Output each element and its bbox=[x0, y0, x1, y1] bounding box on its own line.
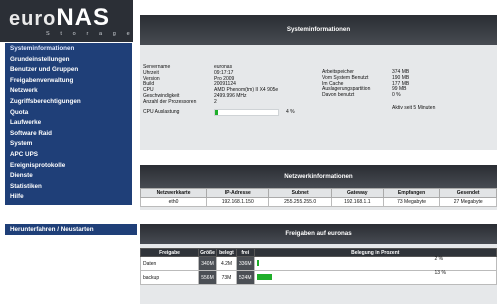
system-left-values: euronas 09:17:17 Pro 2009 20091124 AMD P… bbox=[214, 64, 278, 106]
col-frei: frei bbox=[236, 248, 255, 257]
sidebar-item-statistiken[interactable]: Statistiken bbox=[5, 182, 132, 193]
share-usage-bar bbox=[256, 274, 377, 280]
cell-subnet: 255.255.255.0 bbox=[268, 197, 332, 207]
col-ip-adresse: IP-Adresse bbox=[206, 188, 270, 198]
sidebar-item-system[interactable]: System bbox=[5, 139, 132, 150]
cell-gateway: 192.168.1.1 bbox=[330, 197, 384, 207]
share-usage-cell: 13 % bbox=[253, 270, 497, 285]
share-size: 340M bbox=[198, 256, 217, 271]
cpu-usage-fill bbox=[215, 110, 218, 115]
share-usage-fill bbox=[256, 260, 259, 266]
shares-panel: Freigaben auf euronas Freigabe Größe bel… bbox=[140, 224, 497, 304]
network-table: Netzwerkkarte IP-Adresse Subnet Gateway … bbox=[139, 188, 497, 207]
sidebar-item-grundeinstellungen[interactable]: Grundeinstellungen bbox=[5, 55, 132, 66]
cell-interface: eth0 bbox=[139, 197, 208, 207]
col-freigabe: Freigabe bbox=[140, 248, 199, 257]
sidebar: euroNAS S t o r a g e Systeminformatione… bbox=[0, 0, 137, 304]
sidebar-item-dienste[interactable]: Dienste bbox=[5, 171, 132, 182]
table-row: eth0 192.168.1.150 255.255.255.0 192.168… bbox=[139, 197, 497, 207]
sidebar-item-ereignisprotokolle[interactable]: Ereignisprotokolle bbox=[5, 161, 132, 172]
table-row[interactable]: backup 556M 73M 524M 13 % bbox=[140, 270, 497, 285]
share-used: 4.2M bbox=[216, 256, 237, 271]
sidebar-item-systeminformationen[interactable]: Systeminformationen bbox=[5, 44, 132, 55]
cell-ip: 192.168.1.150 bbox=[206, 197, 270, 207]
system-info-panel: Systeminformationen Servername Uhrzeit V… bbox=[140, 15, 497, 150]
shares-table: Freigabe Größe belegt frei Belegung in P… bbox=[140, 248, 497, 285]
label-prozessoren: Anzahl der Prozessoren bbox=[143, 98, 197, 105]
brand-accent-text: NAS bbox=[56, 4, 111, 31]
col-belegt: belegt bbox=[216, 248, 237, 257]
sidebar-item-quota[interactable]: Quota bbox=[5, 108, 132, 119]
main-navigation: Systeminformationen Grundeinstellungen B… bbox=[5, 43, 132, 205]
col-gateway: Gateway bbox=[330, 188, 384, 198]
share-name[interactable]: backup bbox=[140, 270, 199, 285]
share-usage-cell: 2 % bbox=[253, 256, 497, 271]
system-right-values: 374 MB 190 MB 177 MB 99 MB 0 % bbox=[392, 69, 409, 99]
uptime-text: Aktiv seit 5 Minuten bbox=[392, 105, 436, 111]
value-davon-benutzt: 0 % bbox=[392, 92, 401, 99]
brand-main-text: euro bbox=[9, 8, 57, 30]
euronas-logo[interactable]: euroNAS S t o r a g e bbox=[0, 0, 133, 42]
share-name[interactable]: Daten bbox=[140, 256, 199, 271]
col-groesse: Größe bbox=[198, 248, 217, 257]
sidebar-item-software-raid[interactable]: Software Raid bbox=[5, 129, 132, 140]
col-gesendet: Gesendet bbox=[439, 188, 497, 198]
shares-table-header: Freigabe Größe belegt frei Belegung in P… bbox=[140, 248, 497, 257]
shares-title: Freigaben auf euronas bbox=[140, 224, 497, 244]
brand-wordmark: euroNAS bbox=[9, 4, 110, 32]
col-belegung-prozent: Belegung in Prozent bbox=[253, 248, 497, 257]
shutdown-restart-link[interactable]: Herunterfahren / Neustarten bbox=[5, 224, 137, 235]
share-used: 73M bbox=[216, 270, 237, 285]
sidebar-item-zugriffsberechtigungen[interactable]: Zugriffsberechtigungen bbox=[5, 97, 132, 108]
sidebar-item-benutzer-und-gruppen[interactable]: Benutzer und Gruppen bbox=[5, 65, 132, 76]
sidebar-item-netzwerk[interactable]: Netzwerk bbox=[5, 86, 132, 97]
brand-tagline: S t o r a g e bbox=[46, 31, 135, 37]
share-usage-percent: 2 % bbox=[434, 256, 444, 262]
network-table-header: Netzwerkkarte IP-Adresse Subnet Gateway … bbox=[139, 188, 497, 198]
share-usage-percent: 13 % bbox=[434, 270, 446, 276]
network-info-panel: Netzwerkinformationen Netzwerkkarte IP-A… bbox=[139, 165, 497, 210]
share-free: 336M bbox=[236, 256, 255, 271]
share-free: 524M bbox=[236, 270, 255, 285]
col-netzwerkkarte: Netzwerkkarte bbox=[139, 188, 208, 198]
sidebar-item-laufwerke[interactable]: Laufwerke bbox=[5, 118, 132, 129]
share-usage-fill bbox=[256, 274, 273, 280]
sidebar-item-apc-ups[interactable]: APC UPS bbox=[5, 150, 132, 161]
network-info-title: Netzwerkinformationen bbox=[140, 165, 497, 188]
col-empfangen: Empfangen bbox=[382, 188, 441, 198]
system-right-labels: Arbeitspeicher Vom System Benutzt Im Cac… bbox=[322, 69, 370, 99]
share-size: 556M bbox=[198, 270, 217, 285]
cpu-usage-label: CPU Auslastung bbox=[143, 109, 180, 115]
sidebar-item-hilfe[interactable]: Hilfe bbox=[5, 192, 132, 203]
value-prozessoren: 2 bbox=[214, 98, 217, 105]
table-row[interactable]: Daten 340M 4.2M 336M 2 % bbox=[140, 256, 497, 271]
system-left-labels: Servername Uhrzeit Version Build CPU Ges… bbox=[143, 64, 197, 106]
label-davon-benutzt: Davon benutzt bbox=[322, 92, 355, 99]
share-usage-bar bbox=[256, 260, 377, 266]
col-subnet: Subnet bbox=[268, 188, 332, 198]
system-info-title: Systeminformationen bbox=[140, 15, 497, 45]
cpu-usage-bar bbox=[214, 109, 279, 116]
cpu-usage-percent: 4 % bbox=[286, 109, 295, 115]
sidebar-item-freigabenverwaltung[interactable]: Freigabenverwaltung bbox=[5, 76, 132, 87]
cell-received: 73 Megabyte bbox=[382, 197, 441, 207]
cell-sent: 27 Megabyte bbox=[439, 197, 497, 207]
